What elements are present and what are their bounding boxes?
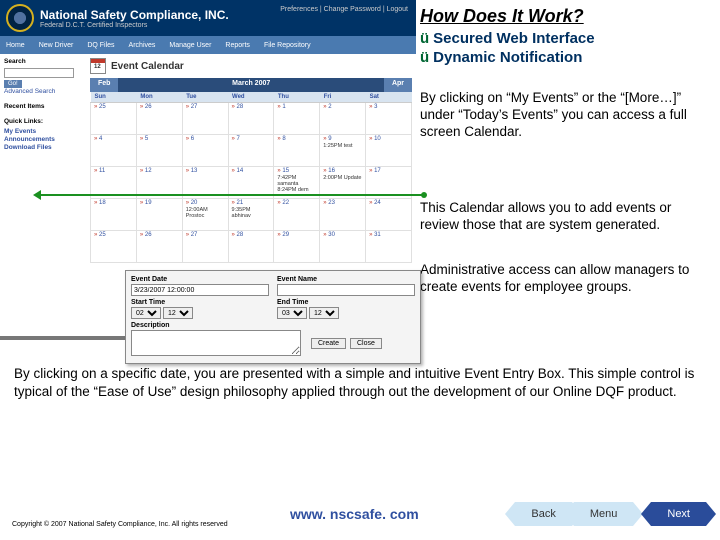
copyright-text: Copyright © 2007 National Safety Complia… <box>12 521 228 528</box>
next-month[interactable]: Apr <box>384 78 412 92</box>
description-textarea[interactable] <box>131 330 301 356</box>
nav-file-repo[interactable]: File Repository <box>264 42 311 49</box>
para-3: Administrative access can allow managers… <box>420 262 690 296</box>
calendar-cell[interactable]: » 26 <box>136 231 182 263</box>
start-time-label: Start Time <box>131 299 269 306</box>
nav-new-driver[interactable]: New Driver <box>39 42 74 49</box>
menu-button[interactable]: Menu <box>574 502 634 526</box>
company-tagline: Federal D.C.T. Certified Inspectors <box>40 22 229 29</box>
advanced-search-link[interactable]: Advanced Search <box>4 88 82 95</box>
sidebar: Search Go! Advanced Search Recent Items … <box>4 58 82 263</box>
calendar-cell[interactable]: » 4 <box>91 135 137 167</box>
calendar-cell[interactable]: » 1 <box>274 103 320 135</box>
nav-home[interactable]: Home <box>6 42 25 49</box>
create-button[interactable]: Create <box>311 338 346 349</box>
check-icon: ü <box>420 49 429 66</box>
calendar-cell[interactable]: » 26 <box>136 103 182 135</box>
calendar-cell[interactable]: » 91:25PM test <box>320 135 366 167</box>
calendar-cell[interactable]: » 28 <box>228 231 274 263</box>
company-name: National Safety Compliance, INC. <box>40 8 229 22</box>
search-input[interactable] <box>4 68 74 78</box>
calendar-cell[interactable]: » 25 <box>91 103 137 135</box>
day-header: Wed <box>228 92 274 103</box>
go-button[interactable]: Go! <box>4 80 22 88</box>
sidebar-item-my-events[interactable]: My Events <box>4 128 82 135</box>
calendar-cell[interactable]: » 31 <box>366 231 412 263</box>
event-date-label: Event Date <box>131 276 269 283</box>
bullet-2: Dynamic Notification <box>433 49 582 66</box>
calendar-cell[interactable]: » 18 <box>91 199 137 231</box>
calendar-cell[interactable]: » 2 <box>320 103 366 135</box>
bullet-1: Secured Web Interface <box>433 30 594 47</box>
event-name-label: Event Name <box>277 276 415 283</box>
event-entry-box: Event Date Event Name Start Time 02 12 E… <box>125 270 421 364</box>
close-button[interactable]: Close <box>350 338 382 349</box>
nav-manage-user[interactable]: Manage User <box>169 42 211 49</box>
calendar-cell[interactable]: » 29 <box>274 231 320 263</box>
next-button[interactable]: Next <box>651 502 706 526</box>
slide-nav: Back Menu Next <box>515 502 706 526</box>
day-header: Thu <box>274 92 320 103</box>
prev-month[interactable]: Feb <box>90 78 118 92</box>
slide-title: How Does It Work? <box>420 6 584 27</box>
calendar-cell[interactable]: » 30 <box>320 231 366 263</box>
sidebar-item-download-files[interactable]: Download Files <box>4 144 82 151</box>
bottom-paragraph: By clicking on a specific date, you are … <box>14 365 700 400</box>
pointer-arrow <box>36 194 424 196</box>
calendar-grid: SunMonTueWedThuFriSat » 25» 26» 27» 28» … <box>90 92 412 263</box>
calendar-icon: 12 <box>90 58 106 74</box>
calendar-cell[interactable]: » 23 <box>320 199 366 231</box>
event-name-input[interactable] <box>277 284 415 296</box>
calendar-cell[interactable]: » 27 <box>182 231 228 263</box>
quick-links-title: Quick Links: <box>4 118 82 125</box>
description-label: Description <box>131 322 415 329</box>
calendar-cell[interactable]: » 8 <box>274 135 320 167</box>
recent-items-title: Recent Items <box>4 103 82 110</box>
seal-icon <box>6 4 34 32</box>
start-hour-select[interactable]: 02 <box>131 307 161 319</box>
search-title: Search <box>4 58 82 65</box>
calendar-cell[interactable]: » 10 <box>366 135 412 167</box>
day-header: Sat <box>366 92 412 103</box>
day-header: Fri <box>320 92 366 103</box>
calendar-cell[interactable]: » 25 <box>91 231 137 263</box>
calendar-cell[interactable]: » 6 <box>182 135 228 167</box>
end-time-label: End Time <box>277 299 415 306</box>
day-header: Sun <box>91 92 137 103</box>
website-link[interactable]: www. nscsafe. com <box>290 506 419 522</box>
calendar-cell[interactable]: » 22 <box>274 199 320 231</box>
calendar-cell[interactable]: » 3 <box>366 103 412 135</box>
para-2: This Calendar allows you to add events o… <box>420 200 690 234</box>
calendar-cell[interactable]: » 5 <box>136 135 182 167</box>
calendar-cell[interactable]: » 28 <box>228 103 274 135</box>
para-1: By clicking on “My Events” or the “[More… <box>420 90 690 141</box>
sidebar-item-announcements[interactable]: Announcements <box>4 136 82 143</box>
current-month: March 2007 <box>118 78 383 92</box>
calendar-cell[interactable]: » 219:35PM abhinav <box>228 199 274 231</box>
calendar-title: Event Calendar <box>111 61 184 72</box>
month-nav: Feb March 2007 Apr <box>90 78 412 92</box>
calendar-cell[interactable]: » 7 <box>228 135 274 167</box>
nav-dq-files[interactable]: DQ Files <box>87 42 114 49</box>
calendar-cell[interactable]: » 24 <box>366 199 412 231</box>
nav-reports[interactable]: Reports <box>225 42 250 49</box>
calendar-cell[interactable]: » 19 <box>136 199 182 231</box>
event-date-input[interactable] <box>131 284 269 296</box>
day-header: Tue <box>182 92 228 103</box>
calendar-cell[interactable]: » 27 <box>182 103 228 135</box>
header-links[interactable]: Preferences | Change Password | Logout <box>280 6 408 13</box>
app-header: National Safety Compliance, INC. Federal… <box>0 0 416 36</box>
calendar-cell[interactable]: » 2012:00AM Prostoc <box>182 199 228 231</box>
end-ampm-select[interactable]: 12 <box>309 307 339 319</box>
day-header: Mon <box>136 92 182 103</box>
calendar-panel: 12 Event Calendar Feb March 2007 Apr Sun… <box>90 58 412 263</box>
app-navbar: Home New Driver DQ Files Archives Manage… <box>0 36 416 54</box>
bullet-list: üSecured Web Interface üDynamic Notifica… <box>420 30 595 68</box>
end-hour-select[interactable]: 03 <box>277 307 307 319</box>
nav-archives[interactable]: Archives <box>129 42 156 49</box>
check-icon: ü <box>420 30 429 47</box>
start-ampm-select[interactable]: 12 <box>163 307 193 319</box>
